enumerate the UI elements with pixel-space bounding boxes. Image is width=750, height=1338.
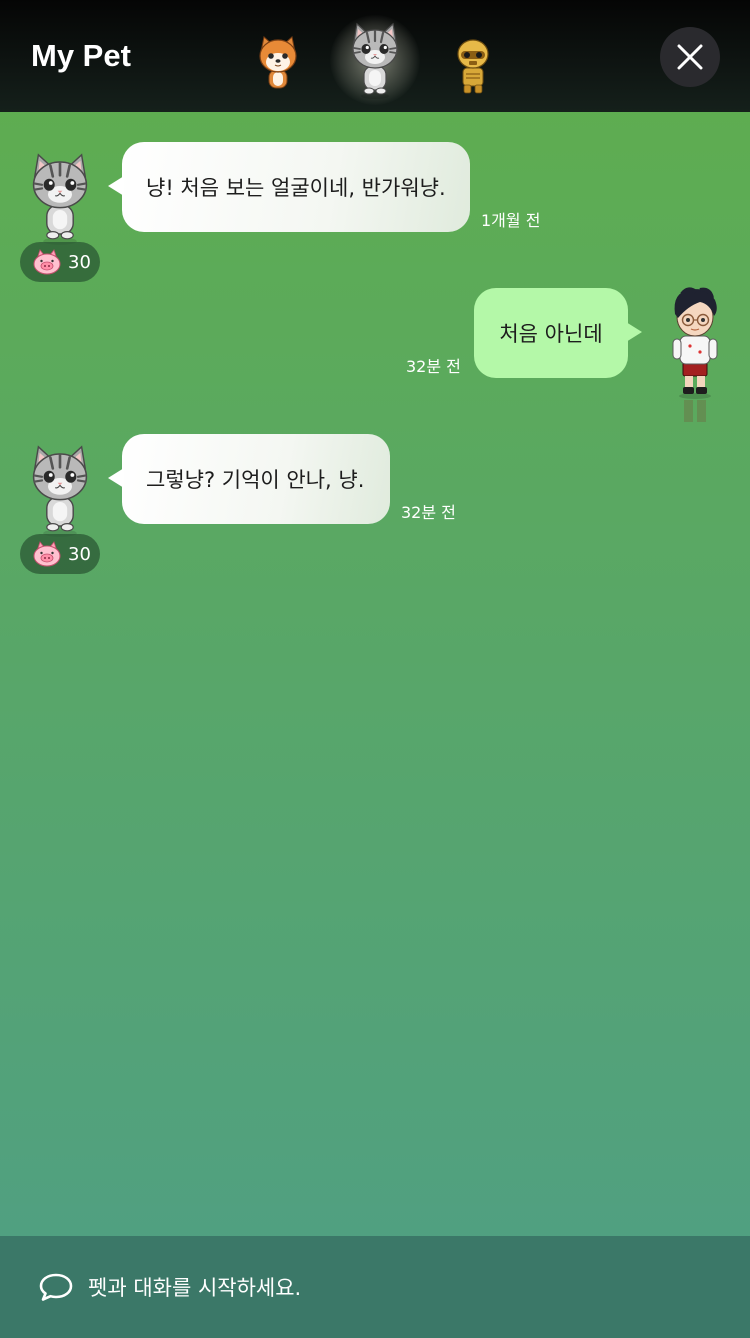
tabby-cat-avatar: [24, 150, 96, 246]
shiba-dog-pet-icon: [259, 36, 297, 89]
message-text: 냥! 처음 보는 얼굴이네, 반가워냥.: [146, 176, 446, 200]
chat-input-bar[interactable]: 펫과 대화를 시작하세요.: [0, 1236, 750, 1338]
tabby-cat-avatar: [24, 442, 96, 538]
points-value: 30: [68, 251, 91, 273]
pet-message-bubble: 냥! 처음 보는 얼굴이네, 반가워냥.: [108, 142, 470, 232]
page-title: My Pet: [31, 38, 131, 73]
message-text: 처음 아닌데: [499, 322, 603, 346]
points-badge: 30: [20, 534, 100, 574]
chat-input-placeholder[interactable]: 펫과 대화를 시작하세요.: [88, 1272, 301, 1302]
pet-tab-robot[interactable]: [452, 38, 494, 96]
top-bar: My Pet: [0, 0, 750, 112]
points-value: 30: [68, 543, 91, 565]
message-timestamp: 1개월 전: [481, 211, 541, 230]
pet-message-bubble: 그렇냥? 기억이 안나, 냥.: [108, 434, 390, 524]
message-text: 그렇냥? 기억이 안나, 냥.: [146, 468, 365, 492]
user-character-avatar: [672, 287, 718, 422]
message-timestamp: 32분 전: [401, 503, 456, 522]
pet-tab-cat[interactable]: [330, 15, 420, 105]
user-message-bubble: 처음 아닌데: [474, 288, 642, 378]
tabby-cat-pet-icon: [344, 20, 406, 100]
golden-robot-pet-icon: [457, 39, 489, 94]
message-timestamp: 32분 전: [406, 357, 461, 376]
points-badge: 30: [20, 242, 100, 282]
pet-tab-shiba[interactable]: [254, 34, 302, 94]
close-icon: [677, 44, 703, 70]
pig-icon: [32, 541, 62, 567]
pig-icon: [32, 249, 62, 275]
close-button[interactable]: [660, 27, 720, 87]
chat-bubble-icon: [39, 1273, 73, 1301]
